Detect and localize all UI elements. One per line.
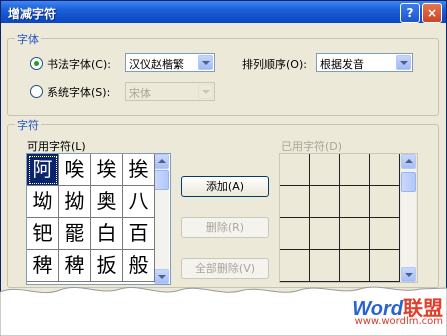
watermark: Word联盟 www.wordlm.com <box>352 292 443 327</box>
system-font-label: 系统字体(S): <box>47 86 111 99</box>
used-char-cell[interactable] <box>340 250 370 282</box>
dialog-window: 增减字符 ? × 字体 书法字体(C): 汉仪赵楷繁 排列顺序(O): 根据发音… <box>0 0 447 306</box>
used-char-cell[interactable] <box>310 218 340 250</box>
used-char-cell[interactable] <box>310 186 340 218</box>
delete-all-button: 全部删除(V) <box>181 258 269 279</box>
char-cell[interactable]: 罷 <box>59 218 91 250</box>
close-icon[interactable]: × <box>422 3 442 23</box>
system-font-value: 宋体 <box>129 87 151 100</box>
add-button[interactable]: 添加(A) <box>181 176 269 197</box>
chevron-down-icon <box>198 84 213 99</box>
char-cell[interactable]: 钯 <box>27 218 59 250</box>
char-cell[interactable]: 八 <box>123 186 155 218</box>
watermark-url: www.wordlm.com <box>354 316 443 327</box>
used-char-cell[interactable] <box>310 250 340 282</box>
delete-button: 删除(R) <box>181 217 269 238</box>
char-cell[interactable]: 扳 <box>91 250 123 282</box>
sort-order-value: 根据发音 <box>320 58 364 71</box>
char-cell[interactable]: 稗 <box>59 250 91 282</box>
char-cell[interactable]: 唉 <box>59 154 91 186</box>
used-char-cell[interactable] <box>370 186 400 218</box>
used-char-cell[interactable] <box>280 186 310 218</box>
title-bar[interactable]: 增减字符 ? × <box>1 1 446 23</box>
used-char-cell[interactable] <box>370 154 400 186</box>
calligraphy-font-select[interactable]: 汉仪赵楷繁 <box>125 53 215 72</box>
help-icon[interactable]: ? <box>400 3 420 23</box>
char-cell[interactable]: 挨 <box>123 154 155 186</box>
scroll-thumb[interactable] <box>401 172 416 192</box>
sort-order-label: 排列顺序(O): <box>242 58 307 71</box>
font-group-label: 字体 <box>15 31 41 47</box>
system-font-radio[interactable] <box>30 85 43 98</box>
calligraphy-font-value: 汉仪赵楷繁 <box>129 58 184 71</box>
char-cell[interactable]: 般 <box>123 250 155 282</box>
scroll-up-icon[interactable] <box>154 154 169 169</box>
used-chars-scrollbar[interactable] <box>401 154 416 282</box>
used-chars-label: 已用字符(D) <box>281 140 343 153</box>
char-cell[interactable]: 白 <box>91 218 123 250</box>
used-char-cell[interactable] <box>280 154 310 186</box>
window-title: 增减字符 <box>8 7 57 21</box>
used-char-cell[interactable] <box>340 218 370 250</box>
used-char-cell[interactable] <box>370 218 400 250</box>
available-chars-scrollbar[interactable] <box>154 154 169 284</box>
used-char-cell[interactable] <box>280 250 310 282</box>
used-char-cell[interactable] <box>310 154 340 186</box>
sort-order-select[interactable]: 根据发音 <box>316 53 413 72</box>
system-font-select: 宋体 <box>125 82 215 101</box>
chevron-down-icon[interactable] <box>198 55 213 70</box>
char-group-label: 字符 <box>15 117 41 133</box>
char-cell[interactable]: 坳 <box>27 186 59 218</box>
used-chars-grid[interactable] <box>279 153 418 283</box>
font-group-box <box>7 38 439 116</box>
char-cell[interactable]: 阿 <box>27 154 59 186</box>
char-cell[interactable]: 稗 <box>27 250 59 282</box>
chevron-down-icon[interactable] <box>396 55 411 70</box>
used-char-cell[interactable] <box>340 154 370 186</box>
available-chars-grid[interactable]: 阿唉埃挨坳拗奥八钯罷白百稗稗扳般 <box>26 153 171 285</box>
char-cell[interactable]: 拗 <box>59 186 91 218</box>
calligraphy-font-label: 书法字体(C): <box>47 58 111 71</box>
char-cell[interactable]: 埃 <box>91 154 123 186</box>
char-cell[interactable]: 奥 <box>91 186 123 218</box>
used-char-cell[interactable] <box>370 250 400 282</box>
scroll-thumb[interactable] <box>154 170 169 190</box>
scroll-up-icon[interactable] <box>401 154 416 169</box>
used-char-cell[interactable] <box>340 186 370 218</box>
available-chars-label: 可用字符(L) <box>27 140 86 153</box>
calligraphy-font-radio[interactable] <box>30 57 43 70</box>
char-cell[interactable]: 百 <box>123 218 155 250</box>
used-char-cell[interactable] <box>280 218 310 250</box>
